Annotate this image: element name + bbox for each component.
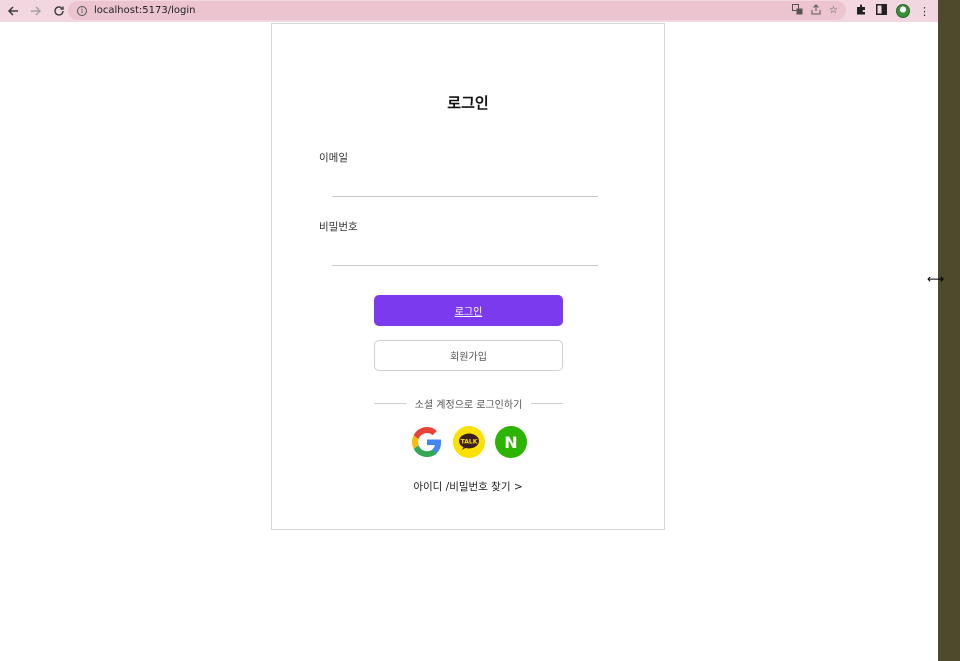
profile-avatar[interactable] <box>896 4 910 18</box>
social-divider-text: 소셜 계정으로 로그인하기 <box>414 400 523 411</box>
password-field[interactable] <box>332 244 598 266</box>
translate-icon[interactable] <box>792 3 803 18</box>
forward-icon[interactable] <box>26 1 46 21</box>
info-icon[interactable]: i <box>77 5 87 16</box>
desktop-background-strip <box>938 0 960 661</box>
bookmark-star-icon[interactable]: ☆ <box>829 5 838 16</box>
browser-window: i localhost:5173/login ☆ ⋮ 로그인 이메일 비밀번호 … <box>0 0 938 661</box>
login-button[interactable]: 로그인 <box>374 295 563 326</box>
password-label: 비밀번호 <box>319 221 358 233</box>
reload-icon[interactable] <box>49 1 69 21</box>
social-login-buttons: TALK N <box>411 426 527 458</box>
signup-button[interactable]: 회원가입 <box>374 340 563 371</box>
social-divider: 소셜 계정으로 로그인하기 <box>374 396 563 411</box>
find-account-link[interactable]: 아이디 /비밀번호 찾기 > <box>272 479 664 494</box>
email-field[interactable] <box>332 175 598 197</box>
login-card: 로그인 이메일 비밀번호 로그인 회원가입 소셜 계정으로 로그인하기 TALK… <box>271 23 665 530</box>
divider-line-right <box>531 403 563 404</box>
divider-line-left <box>374 403 406 404</box>
naver-letter: N <box>504 433 517 451</box>
resize-cursor-icon: ⟷ <box>927 272 945 286</box>
menu-icon[interactable]: ⋮ <box>919 5 930 18</box>
browser-toolbar: i localhost:5173/login ☆ ⋮ <box>0 0 938 22</box>
kakao-talk-icon[interactable]: TALK <box>453 426 485 458</box>
side-panel-icon[interactable] <box>876 4 887 18</box>
naver-icon[interactable]: N <box>495 426 527 458</box>
google-icon[interactable] <box>411 426 443 458</box>
email-label: 이메일 <box>319 152 348 164</box>
kakao-badge-text: TALK <box>461 439 478 446</box>
back-icon[interactable] <box>3 1 23 21</box>
url-text[interactable]: localhost:5173/login <box>94 5 195 16</box>
share-icon[interactable] <box>811 3 821 18</box>
page-title: 로그인 <box>447 94 489 112</box>
address-bar[interactable]: i localhost:5173/login ☆ <box>68 1 846 20</box>
extensions-icon[interactable] <box>856 4 867 18</box>
